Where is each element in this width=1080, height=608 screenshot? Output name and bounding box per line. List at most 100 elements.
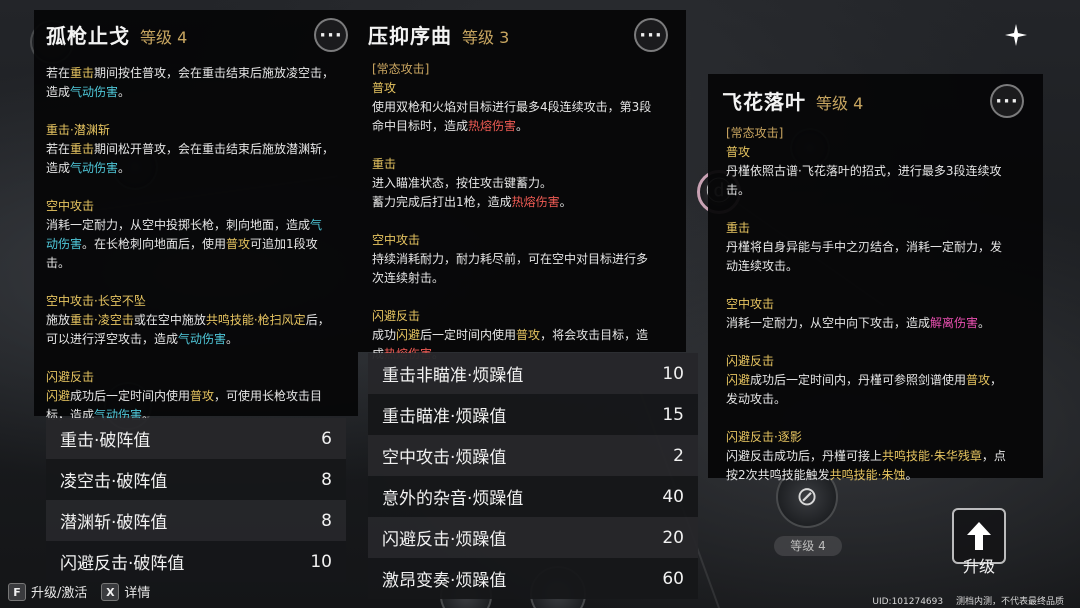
- description-text: 。: [559, 195, 572, 209]
- stat-label: 重击瞄准·烦躁值: [382, 407, 507, 427]
- description-text: 或在空中施放: [133, 313, 206, 327]
- more-icon: ···: [319, 24, 343, 46]
- card-title: 压抑序曲: [368, 23, 452, 48]
- description-text: 。: [905, 468, 918, 482]
- skill-heading: 重击·潜渊斩: [46, 123, 110, 137]
- more-button[interactable]: ···: [314, 18, 348, 52]
- highlight-term: 重击·凌空击: [70, 313, 134, 327]
- category-label: [常态攻击]: [726, 126, 784, 140]
- skill-heading: 闪避反击: [726, 354, 775, 368]
- description-text: 丹槿依照古谱·飞花落叶的招式，进行最多3段连续攻: [726, 164, 1002, 178]
- description-line: 命中目标时，造成热熔伤害。: [372, 117, 678, 136]
- stat-row: 重击瞄准·烦躁值 15: [368, 394, 698, 435]
- key-hint-label: 升级/激活: [31, 586, 88, 601]
- category-label: [常态攻击]: [372, 62, 430, 76]
- highlight-term: 重击: [70, 142, 95, 156]
- description-text: 闪避反击成功后，丹槿可接上: [726, 449, 883, 463]
- highlight-term: 气: [310, 218, 323, 232]
- description-text: 。: [978, 316, 991, 330]
- key-hint-label: 详情: [124, 586, 151, 601]
- skill-description: 若在重击期间按住普攻，会在重击结束后施放凌空击， 造成气动伤害。 重击·潜渊斩 若在重…: [34, 58, 358, 425]
- description-text: ，点: [981, 449, 1006, 463]
- description-text: 若在: [46, 66, 71, 80]
- uid-text: UID:101274693: [872, 597, 944, 607]
- stat-row: 重击·破阵值 6: [46, 418, 346, 459]
- card-level: 等级 3: [462, 27, 510, 47]
- skill-block: 空中攻击消耗一定耐力，从空中向下攻击，造成解离伤害。: [726, 295, 1035, 333]
- skill-heading: 普攻: [726, 145, 751, 159]
- skill-heading: 空中攻击: [46, 199, 95, 213]
- stat-label: 意外的杂音·烦躁值: [382, 489, 524, 509]
- description-line: 可以进行浮空攻击，造成气动伤害。: [46, 330, 348, 349]
- skill-block: 重击 丹槿将自身异能与手中之刃结合，消耗一定耐力，发 动连续攻击。: [726, 219, 1035, 276]
- description-line: 施放重击·凌空击或在空中施放共鸣技能·枪扫风定后，: [46, 311, 348, 330]
- description-text: 消耗一定耐力，从空中向下攻击，造成: [726, 316, 931, 330]
- card-level: 等级 4: [140, 27, 188, 47]
- card-header: 孤枪止戈 等级 4 ···: [34, 10, 358, 58]
- description-line: 闪避成功后一定时间内使用普攻，可使用长枪攻击目: [46, 387, 348, 406]
- skill-heading: 闪避反击·逐影: [726, 430, 802, 444]
- description-text: 若在: [46, 142, 71, 156]
- description-text: 发动攻击。: [726, 392, 787, 406]
- highlight-term: 普攻: [516, 328, 541, 342]
- highlight-term: 普攻: [966, 373, 991, 387]
- highlight-term: 热熔伤害: [511, 195, 560, 209]
- description-text: 次连续射击。: [372, 271, 445, 285]
- description-text: 成功后一定时间内使用: [70, 389, 191, 403]
- key-hint[interactable]: X 详情: [101, 582, 150, 601]
- key-hint[interactable]: F 升级/激活: [8, 582, 87, 601]
- stat-value: 6: [321, 428, 332, 449]
- description-line: 动伤害。在长枪刺向地面后，使用普攻可追加1段攻: [46, 235, 348, 254]
- description-line: 消耗一定耐力，从空中投掷长枪，刺向地面，造成气: [46, 216, 348, 235]
- description-line: 次连续射击。: [372, 269, 678, 288]
- stat-label: 潜渊斩·破阵值: [60, 513, 168, 533]
- description-line: 闪避反击成功后，丹槿可接上共鸣技能·朱华残章，点: [726, 447, 1035, 466]
- highlight-term: 普攻: [190, 389, 215, 403]
- description-text: 。: [118, 85, 131, 99]
- description-text: 后一定时间内使用: [420, 328, 517, 342]
- skill-description: [常态攻击] 普攻 丹槿依照古谱·飞花落叶的招式，进行最多3段连续攻 击。 重击 丹槿将自…: [708, 124, 1043, 485]
- highlight-term: 闪避: [726, 373, 751, 387]
- key-cap: X: [101, 582, 120, 601]
- skill-block: 普攻丹槿依照古谱·飞花落叶的招式，进行最多3段连续攻击。: [726, 143, 1035, 200]
- description-text: 。: [118, 161, 131, 175]
- stats-table-middle: 重击非瞄准·烦躁值 10 重击瞄准·烦躁值 15 空中攻击·烦躁值 2 意外的杂音·烦躁值 4…: [368, 353, 698, 599]
- description-line: 使用双枪和火焰对目标进行最多4段连续攻击，第3段: [372, 98, 678, 117]
- card-header: 飞花落叶 等级 4 ···: [708, 76, 1043, 124]
- highlight-term: 闪避: [396, 328, 421, 342]
- stat-label: 空中攻击·烦躁值: [382, 448, 507, 468]
- highlight-term: 解离伤害: [930, 316, 979, 330]
- description-text: 进入瞄准状态，按住攻击键蓄力。: [372, 176, 553, 190]
- more-icon: ···: [995, 90, 1019, 112]
- description-line: 闪避成功后一定时间内，丹槿可参照剑谱使用普攻，: [726, 371, 1035, 390]
- description-text: 蓄力完成后打出1枪，造成: [372, 195, 512, 209]
- skill-block: 闪避反击闪避成功后一定时间内，丹槿可参照剑谱使用普攻， 发动攻击。: [726, 352, 1035, 409]
- skill-heading: 闪避反击: [46, 370, 95, 384]
- upgrade-label: 升级: [962, 557, 995, 576]
- footer-info: UID:101274693 测档内测，不代表最终品质: [872, 594, 1064, 607]
- more-icon: ···: [639, 24, 663, 46]
- skill-card-left: 孤枪止戈 等级 4 ··· 若在重击期间按住普攻，会在重击结束后施放凌空击， 造成…: [34, 10, 358, 422]
- highlight-term: 普攻: [226, 237, 251, 251]
- skill-block: 闪避反击·逐影 闪避反击成功后，丹槿可接上共鸣技能·朱华残章，点 按2次共鸣技能触发…: [726, 428, 1035, 485]
- description-text: 。: [226, 332, 239, 346]
- description-line: 击。: [726, 181, 1035, 200]
- description-text: 施放: [46, 313, 71, 327]
- highlight-term: 热熔伤害: [468, 119, 517, 133]
- stat-row: 空中攻击·烦躁值 2: [368, 435, 698, 476]
- skill-block: 空中攻击消耗一定耐力，从空中投掷长枪，刺向地面，造成气 动伤害。在长枪刺向地面后，…: [46, 197, 348, 273]
- skill-heading: 空中攻击: [726, 297, 775, 311]
- description-text: 造成: [46, 161, 71, 175]
- skill-heading: 闪避反击: [372, 309, 421, 323]
- description-text: 期间松开普攻，会在重击结束后施放潜渊斩，: [94, 142, 335, 156]
- stat-row: 意外的杂音·烦躁值 40: [368, 476, 698, 517]
- skill-block: 若在重击期间按住普攻，会在重击结束后施放凌空击， 造成气动伤害。: [46, 64, 348, 102]
- highlight-term: 共鸣技能·枪扫风定: [205, 313, 306, 327]
- stat-label: 激昂变奏·烦躁值: [382, 571, 507, 591]
- more-button[interactable]: ···: [990, 84, 1024, 118]
- more-button[interactable]: ···: [634, 18, 668, 52]
- key-cap: F: [8, 582, 26, 601]
- skill-block: 空中攻击·长空不坠 施放重击·凌空击或在空中施放共鸣技能·枪扫风定后， 可以进行浮空…: [46, 292, 348, 349]
- highlight-term: 共鸣技能·朱华残章: [882, 449, 982, 463]
- skill-heading: 重击: [372, 157, 397, 171]
